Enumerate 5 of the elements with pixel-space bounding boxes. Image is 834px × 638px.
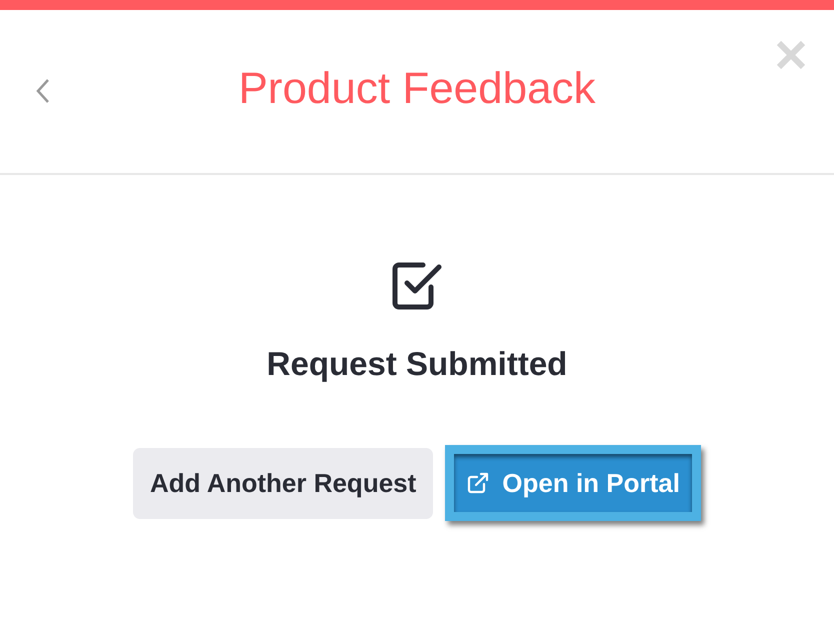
dialog-title: Product Feedback [238,64,596,114]
status-heading: Request Submitted [266,345,568,383]
open-portal-button[interactable]: Open in Portal [445,445,701,521]
add-request-button[interactable]: Add Another Request [133,448,434,518]
external-link-icon [466,471,490,495]
